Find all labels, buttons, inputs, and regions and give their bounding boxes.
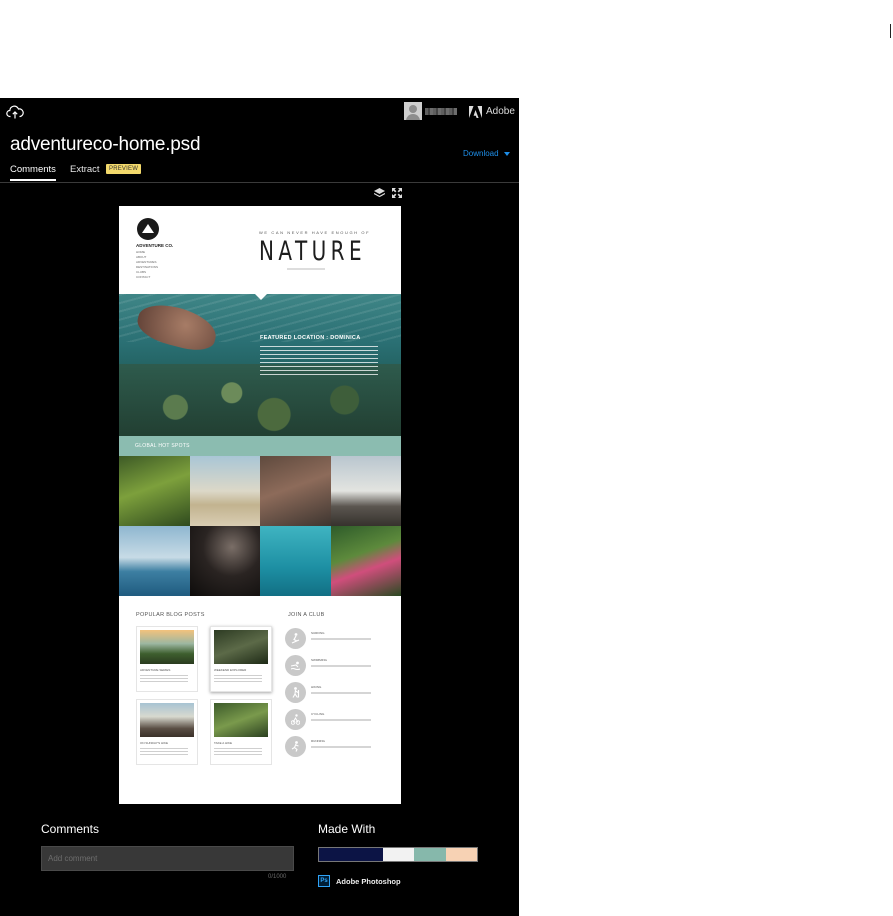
psd-artboard-preview[interactable]: ADVENTURE CO. Home About Adventures Dest…	[119, 206, 401, 804]
blog-post-caption: Weekend Explorer	[214, 668, 247, 672]
header-divider	[0, 182, 519, 183]
download-button[interactable]: Download	[463, 149, 510, 158]
blog-post-image	[140, 703, 194, 737]
club-item: Hiking	[285, 682, 385, 704]
username-redacted	[425, 108, 457, 115]
avatar-head	[409, 105, 417, 113]
artboard-subtagline	[287, 268, 325, 270]
tab-comments[interactable]: Comments	[10, 164, 56, 181]
mountain-logo-shape	[142, 224, 154, 233]
blog-post-excerpt	[214, 675, 262, 684]
layers-icon[interactable]	[374, 188, 385, 198]
surfing-icon	[285, 628, 306, 649]
mountain-logo-icon	[137, 218, 159, 240]
color-swatches	[318, 847, 478, 862]
photo-tile	[260, 456, 331, 526]
artboard-hotspots-bar: GLOBAL HOT SPOTS	[119, 436, 401, 456]
download-label: Download	[463, 149, 499, 158]
club-description	[311, 719, 371, 721]
club-name: Cycling	[311, 712, 325, 716]
blog-post-excerpt	[140, 675, 188, 684]
preview-badge: PREVIEW	[106, 164, 142, 174]
surfer-glyph	[291, 633, 300, 644]
chevron-down-icon	[503, 151, 510, 156]
artboard-blog-title: POPULAR BLOG POSTS	[136, 612, 205, 618]
blog-post-card: Take a Hike	[210, 699, 272, 765]
photoshop-icon: Ps	[318, 875, 330, 887]
club-description	[311, 692, 371, 694]
blog-post-caption: Take a Hike	[214, 741, 232, 745]
blog-post-excerpt	[140, 748, 188, 757]
club-name: Swimming	[311, 658, 327, 662]
photo-tile	[119, 456, 190, 526]
club-item: Running	[285, 736, 385, 758]
hero-notch	[255, 294, 267, 300]
artboard-featured-title: FEATURED LOCATION : DOMINICA	[260, 335, 361, 341]
blog-post-excerpt	[214, 748, 262, 757]
adobe-logo-icon	[469, 106, 482, 118]
made-with-heading: Made With	[318, 822, 376, 836]
photo-tile	[189, 526, 260, 596]
comment-input[interactable]	[41, 846, 294, 871]
expand-icon[interactable]	[392, 188, 402, 198]
photoshop-label: Adobe Photoshop	[336, 877, 401, 886]
artboard-headline: NATURE	[259, 236, 367, 267]
swimming-icon	[285, 655, 306, 676]
club-name: Hiking	[311, 685, 322, 689]
artboard-featured-text	[260, 346, 378, 378]
artboard-tagline: WE CAN NEVER HAVE ENOUGH OF	[259, 230, 371, 235]
photo-tile	[119, 526, 190, 596]
club-description	[311, 746, 371, 748]
color-swatch[interactable]	[414, 848, 446, 861]
blog-post-card: Weekend Explorer	[210, 626, 272, 692]
artboard-club-title: JOIN A CLUB	[288, 612, 325, 618]
avatar[interactable]	[404, 102, 422, 120]
club-item: Surfing	[285, 628, 385, 650]
club-description	[311, 638, 371, 640]
running-icon	[285, 736, 306, 757]
blog-post-image	[140, 630, 194, 664]
cycling-icon	[285, 709, 306, 730]
club-name: Running	[311, 739, 325, 743]
swimmer-glyph	[291, 661, 300, 671]
hiker-glyph	[292, 687, 300, 698]
color-swatch[interactable]	[383, 848, 414, 861]
club-item: Swimming	[285, 655, 385, 677]
top-bar: Adobe	[0, 98, 519, 126]
artboard-header: ADVENTURE CO. Home About Adventures Dest…	[119, 206, 401, 294]
adobe-label: Adobe	[486, 106, 515, 117]
photo-tile	[260, 526, 331, 596]
file-title: adventureco-home.psd	[10, 134, 201, 155]
runner-glyph	[291, 741, 299, 752]
comment-char-count: 0/1000	[268, 874, 287, 880]
photo-tile	[330, 456, 401, 526]
color-swatch[interactable]	[319, 848, 383, 861]
comments-heading: Comments	[41, 822, 100, 836]
photo-tile	[189, 456, 260, 526]
blog-post-card: Adventure Series	[136, 626, 198, 692]
artboard-hero-image: FEATURED LOCATION : DOMINICA	[119, 294, 401, 436]
artboard-photo-grid	[119, 456, 401, 596]
artboard-nav: Home About Adventures Destinations Clubs…	[136, 250, 158, 280]
blog-post-card: On Sunday's Hike	[136, 699, 198, 765]
avatar-body	[406, 114, 420, 120]
text-cursor	[890, 24, 891, 38]
artboard-logo-name: ADVENTURE CO.	[136, 243, 174, 248]
club-item: Cycling	[285, 709, 385, 731]
blog-post-caption: Adventure Series	[140, 668, 171, 672]
blog-post-caption: On Sunday's Hike	[140, 741, 169, 745]
hiking-icon	[285, 682, 306, 703]
cyclist-glyph	[291, 714, 300, 725]
app-window: Adobe adventureco-home.psd Download Comm…	[0, 98, 519, 916]
blog-post-image	[214, 703, 268, 737]
photo-tile	[330, 526, 401, 596]
artboard-nav-item: Contact	[136, 275, 151, 279]
color-swatch[interactable]	[446, 848, 477, 861]
club-description	[311, 665, 371, 667]
blog-post-image	[214, 630, 268, 664]
club-name: Surfing	[311, 631, 325, 635]
artboard-hotspots-label: GLOBAL HOT SPOTS	[135, 443, 190, 449]
tab-extract[interactable]: Extract	[70, 164, 100, 175]
cloud-upload-icon[interactable]	[6, 104, 24, 120]
